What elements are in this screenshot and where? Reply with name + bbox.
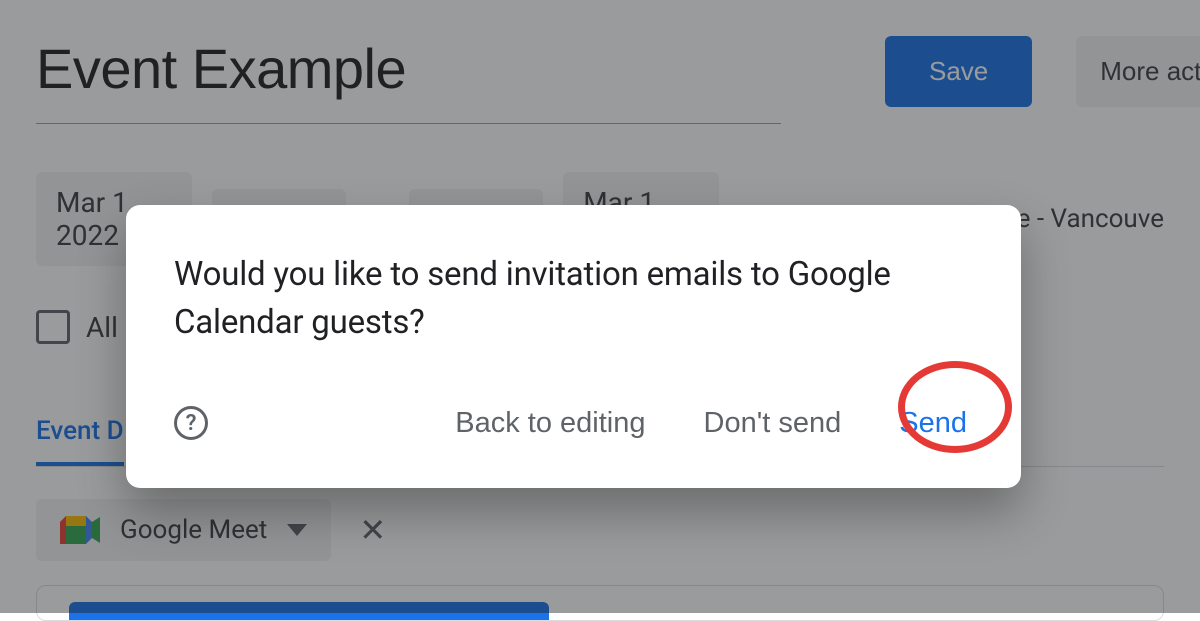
send-invites-dialog: Would you like to send invitation emails… xyxy=(126,205,1021,488)
dialog-title: Would you like to send invitation emails… xyxy=(174,251,973,347)
back-to-editing-button[interactable]: Back to editing xyxy=(449,399,651,448)
dialog-actions: ? Back to editing Don't send Send xyxy=(174,399,973,448)
dont-send-button[interactable]: Don't send xyxy=(698,399,848,448)
help-icon[interactable]: ? xyxy=(174,406,208,440)
send-button[interactable]: Send xyxy=(893,399,973,448)
